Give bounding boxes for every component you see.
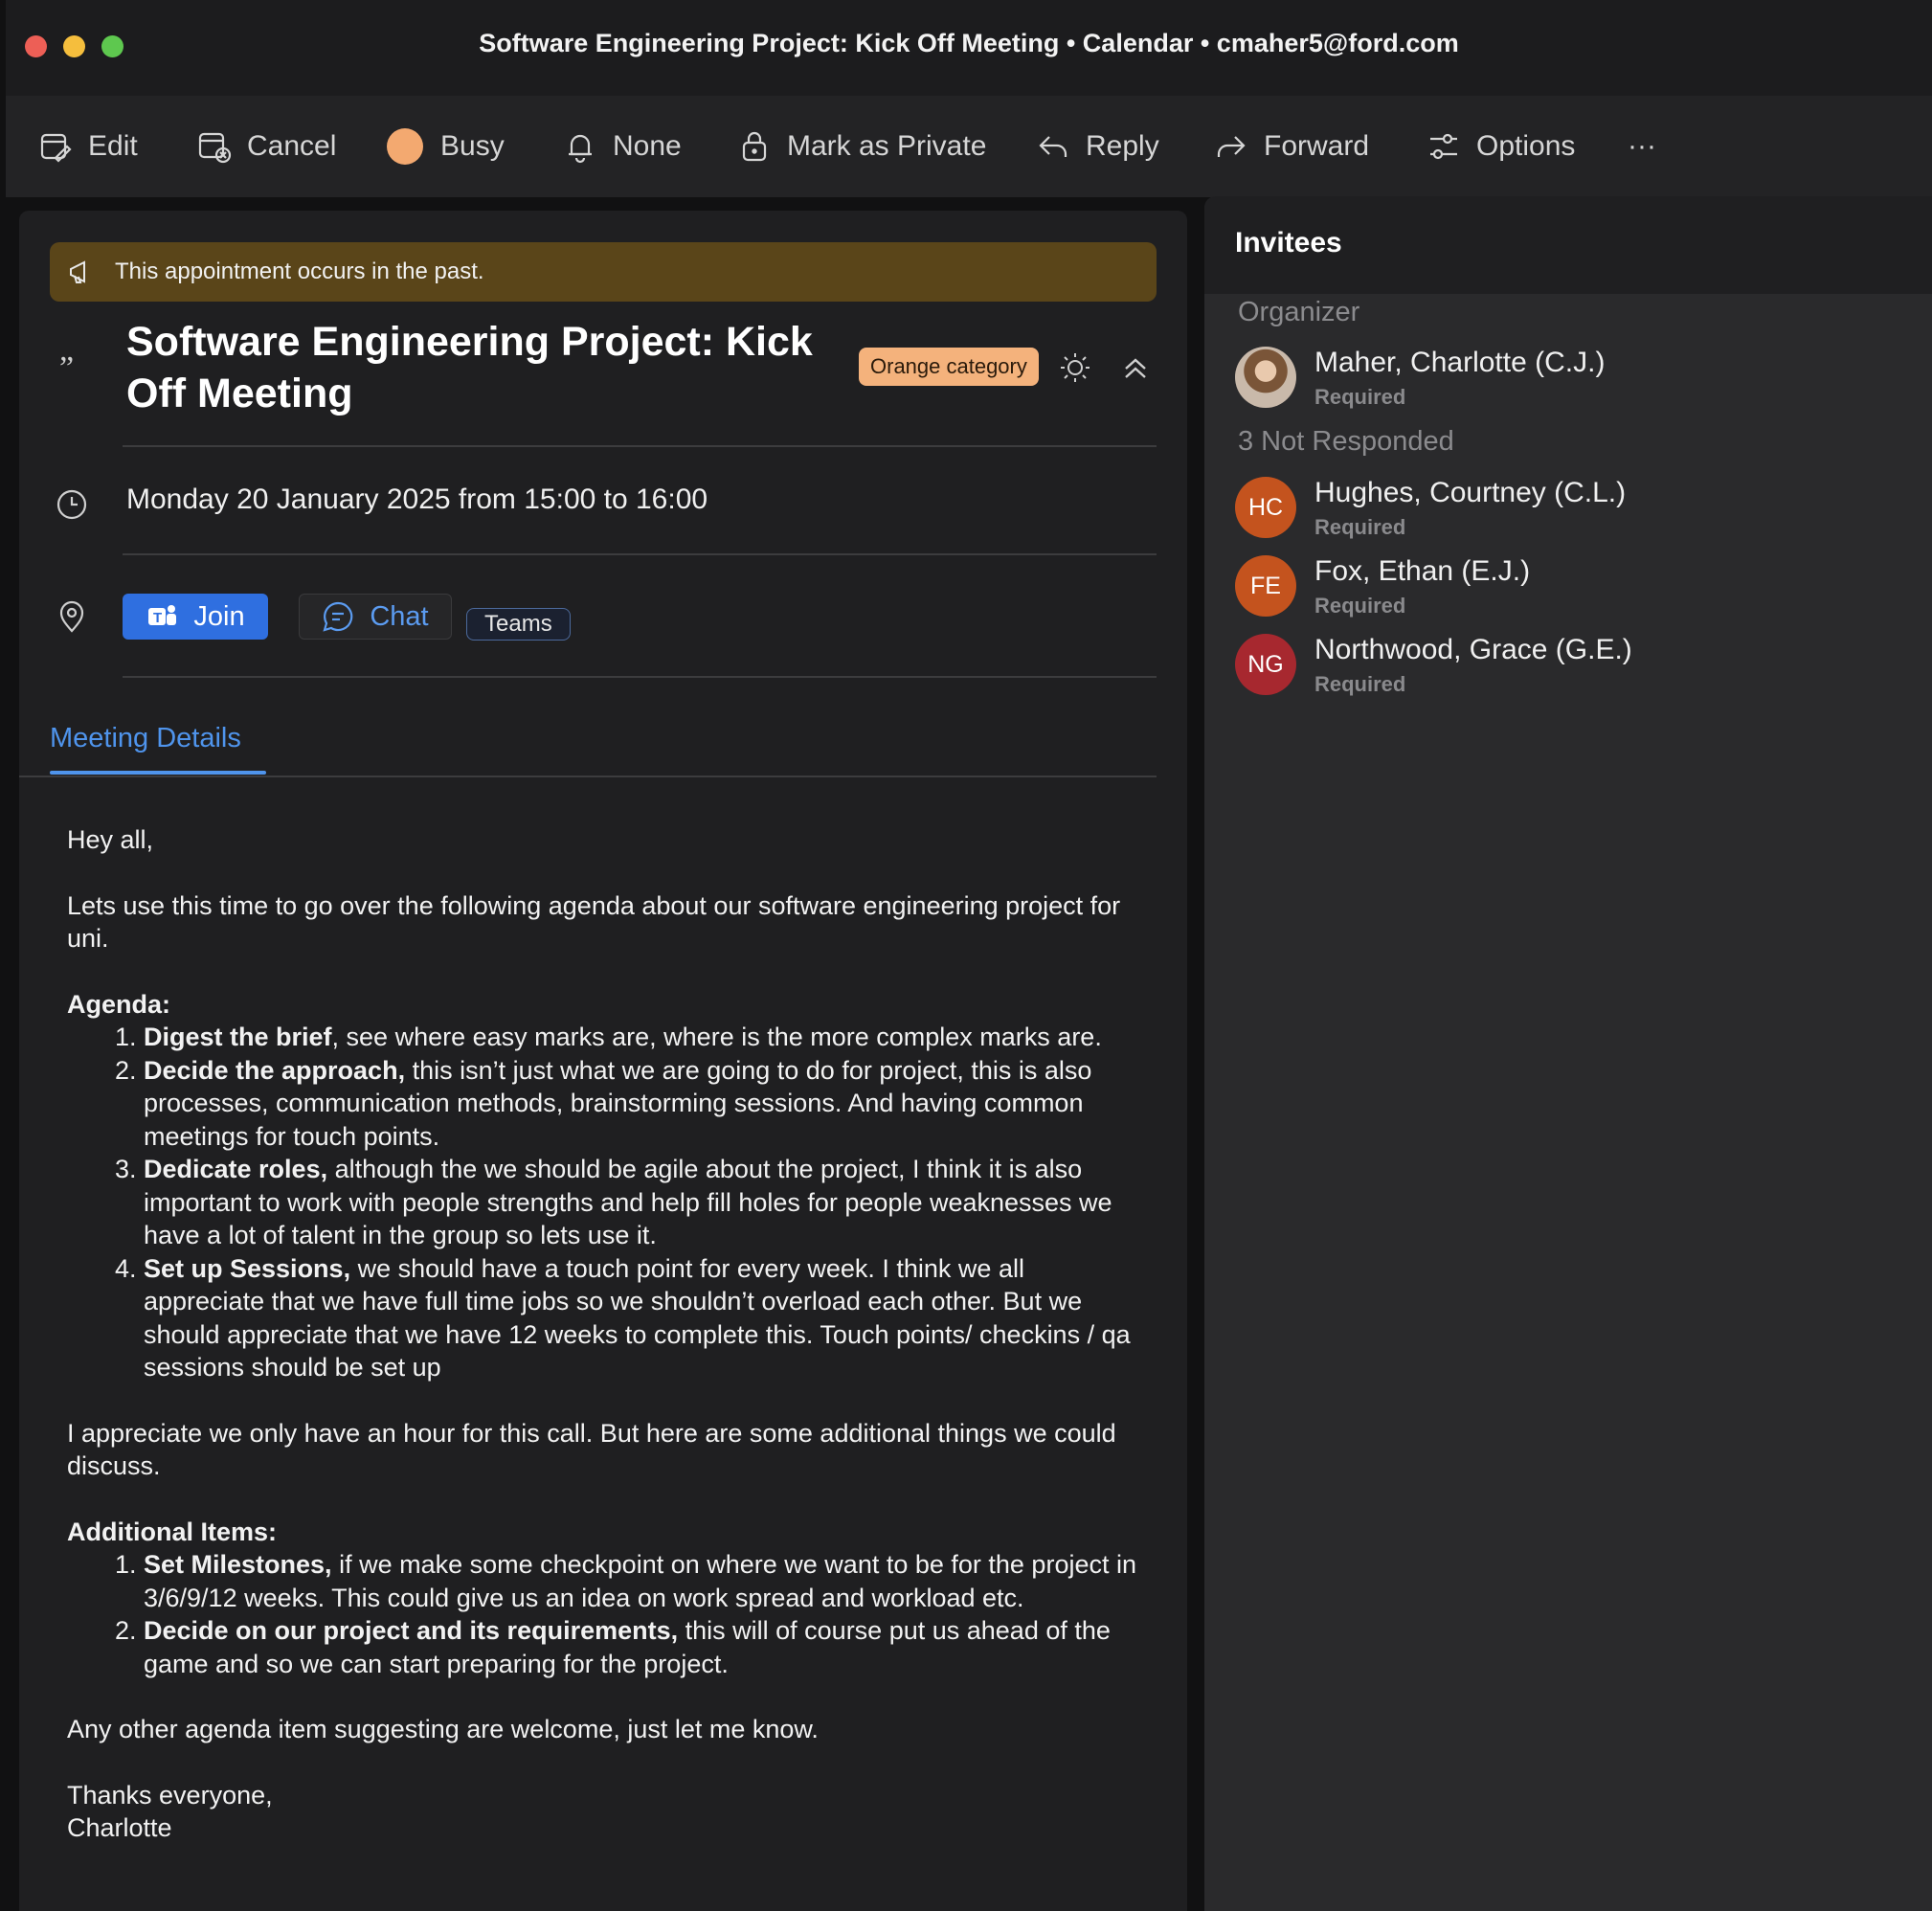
- body-closing-note: Any other agenda item suggesting are wel…: [67, 1715, 819, 1743]
- tab-divider: [19, 776, 1157, 777]
- clock-icon: [56, 489, 87, 520]
- tab-active-indicator: [50, 771, 266, 775]
- lock-icon: [742, 131, 767, 162]
- chat-button[interactable]: Chat: [299, 594, 452, 640]
- collapse-chevron-icon[interactable]: [1120, 353, 1151, 384]
- busy-status-button[interactable]: Busy: [387, 124, 505, 169]
- cancel-button[interactable]: Cancel: [197, 124, 336, 169]
- organizer-label: Organizer: [1238, 297, 1360, 327]
- location-pin-icon: [59, 600, 84, 633]
- quote-icon: ”: [59, 351, 74, 384]
- forward-label: Forward: [1264, 130, 1370, 162]
- options-sliders-icon: [1430, 133, 1457, 160]
- agenda-item: Decide the approach, this isn’t just wha…: [144, 1054, 1139, 1154]
- invitee-role: Required: [1314, 515, 1406, 539]
- additional-item: Set Milestones, if we make some checkpoi…: [144, 1548, 1139, 1614]
- invitee-role: Required: [1314, 672, 1406, 696]
- join-label: Join: [193, 600, 245, 632]
- invitee-role: Required: [1314, 594, 1406, 618]
- tab-meeting-details[interactable]: Meeting Details: [50, 723, 241, 754]
- svg-text:T: T: [153, 610, 162, 626]
- divider: [123, 553, 1157, 555]
- meeting-body: Hey all, Lets use this time to go over t…: [67, 823, 1139, 1845]
- invitees-panel: Invitees Organizer Maher, Charlotte (C.J…: [1204, 196, 1932, 1911]
- mark-private-label: Mark as Private: [787, 130, 987, 162]
- cancel-calendar-icon: [198, 132, 232, 164]
- agenda-heading: Agenda:: [67, 989, 170, 1019]
- location-tag: Teams: [466, 608, 571, 641]
- options-label: Options: [1476, 130, 1576, 162]
- body-hour-note: I appreciate we only have an hour for th…: [67, 1418, 1116, 1481]
- edit-label: Edit: [88, 130, 138, 162]
- megaphone-icon: [70, 260, 85, 283]
- divider: [123, 676, 1157, 678]
- bell-icon: [569, 134, 592, 164]
- invitees-title: Invitees: [1235, 227, 1342, 259]
- teams-icon: T: [148, 605, 177, 626]
- avatar[interactable]: HC: [1235, 477, 1296, 538]
- forward-icon: [1217, 136, 1246, 157]
- past-appointment-banner: This appointment occurs in the past.: [50, 242, 1157, 302]
- invitee-role: Required: [1314, 385, 1406, 409]
- agenda-item: Dedicate roles, although the we should b…: [144, 1153, 1139, 1252]
- invitee-name[interactable]: Hughes, Courtney (C.L.): [1314, 477, 1626, 509]
- past-banner-text: This appointment occurs in the past.: [115, 259, 484, 284]
- agenda-list: Digest the brief, see where easy marks a…: [144, 1021, 1139, 1384]
- title-bar: Software Engineering Project: Kick Off M…: [6, 0, 1932, 96]
- additional-heading: Additional Items:: [67, 1517, 278, 1546]
- chat-bubble-icon: [323, 601, 353, 632]
- agenda-item: Set up Sessions, we should have a touch …: [144, 1252, 1139, 1384]
- cancel-label: Cancel: [247, 130, 337, 162]
- forward-button[interactable]: Forward: [1214, 124, 1369, 169]
- event-datetime: Monday 20 January 2025 from 15:00 to 16:…: [126, 483, 708, 515]
- reminder-label: None: [613, 130, 682, 162]
- options-button[interactable]: Options: [1427, 124, 1575, 169]
- reminder-button[interactable]: None: [563, 124, 682, 169]
- body-greeting: Hey all,: [67, 825, 154, 854]
- invitees-header: Invitees: [1204, 196, 1932, 294]
- not-responded-label: 3 Not Responded: [1238, 426, 1454, 457]
- body-signoff: Thanks everyone,: [67, 1780, 273, 1810]
- invitee-name[interactable]: Maher, Charlotte (C.J.): [1314, 347, 1605, 379]
- body-signature: Charlotte: [67, 1813, 172, 1842]
- event-subject: Software Engineering Project: Kick Off M…: [126, 319, 813, 416]
- join-teams-button[interactable]: T Join: [123, 594, 268, 640]
- window-title: Software Engineering Project: Kick Off M…: [479, 29, 1459, 57]
- invitee-name[interactable]: Northwood, Grace (G.E.): [1314, 634, 1632, 666]
- more-icon: ···: [1628, 130, 1656, 162]
- avatar[interactable]: FE: [1235, 555, 1296, 617]
- mark-private-button[interactable]: Mark as Private: [737, 124, 986, 169]
- reply-label: Reply: [1086, 130, 1159, 162]
- chat-label: Chat: [370, 600, 429, 632]
- event-details-panel: This appointment occurs in the past. ” S…: [19, 211, 1187, 1911]
- agenda-item: Digest the brief, see where easy marks a…: [144, 1021, 1139, 1054]
- divider: [123, 445, 1157, 447]
- toolbar: Edit Cancel Busy None Mark as Private Re…: [6, 96, 1932, 197]
- edit-calendar-icon: [40, 133, 72, 163]
- sun-icon[interactable]: [1059, 351, 1091, 384]
- reply-button[interactable]: Reply: [1036, 124, 1159, 169]
- more-options-button[interactable]: ···: [1628, 124, 1656, 169]
- body-intro: Lets use this time to go over the follow…: [67, 890, 1121, 954]
- avatar[interactable]: [1235, 347, 1296, 408]
- avatar[interactable]: NG: [1235, 634, 1296, 695]
- edit-button[interactable]: Edit: [38, 124, 138, 169]
- additional-item: Decide on our project and its requiremen…: [144, 1614, 1139, 1680]
- category-badge[interactable]: Orange category: [859, 348, 1039, 386]
- busy-status-icon: [387, 128, 423, 165]
- invitee-name[interactable]: Fox, Ethan (E.J.): [1314, 555, 1530, 588]
- busy-label: Busy: [440, 130, 505, 162]
- svg-text:”: ”: [59, 351, 74, 384]
- reply-icon: [1039, 136, 1067, 157]
- additional-list: Set Milestones, if we make some checkpoi…: [144, 1548, 1139, 1680]
